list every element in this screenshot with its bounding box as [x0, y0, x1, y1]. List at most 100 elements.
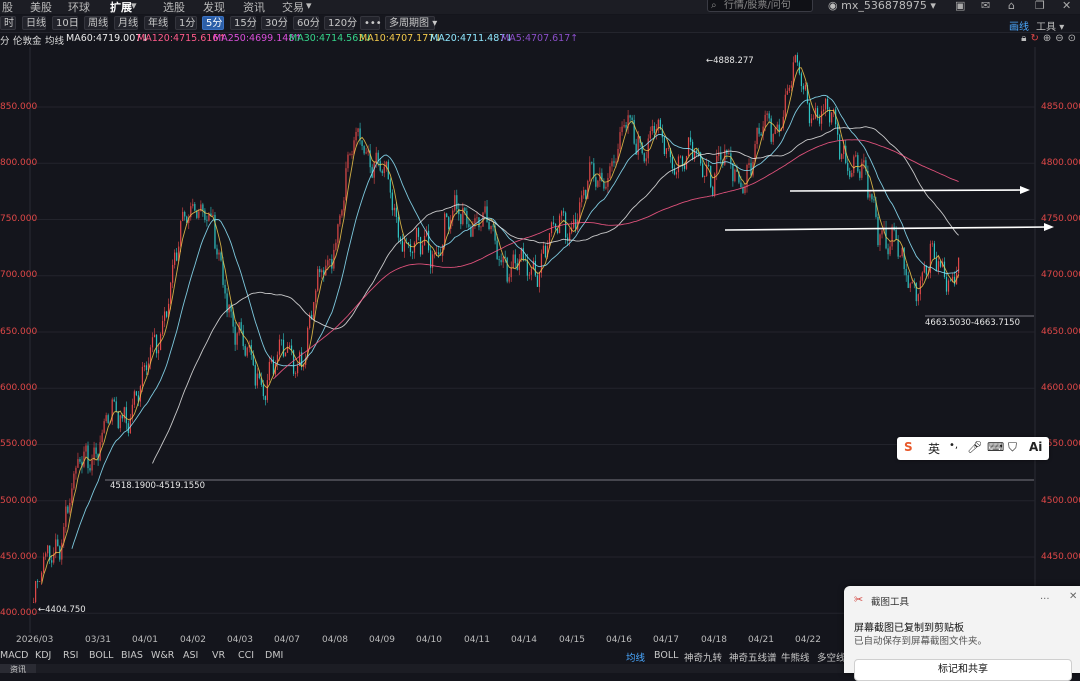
chevron-down-icon: ▾ — [432, 18, 438, 29]
lock-icon[interactable]: 🔒︎ — [1021, 33, 1026, 44]
refresh-icon[interactable]: ↻ — [1030, 33, 1038, 44]
skin-icon[interactable]: ⛉ — [1008, 440, 1017, 455]
nav-stock[interactable]: 股 — [2, 0, 13, 15]
ai-icon[interactable]: Ai — [1029, 440, 1042, 454]
chevron-down-icon: ▾ — [1059, 22, 1065, 33]
close-icon[interactable]: ✕ — [1069, 591, 1077, 602]
more-options-button[interactable]: ... — [1040, 591, 1050, 602]
settings-icon[interactable]: ⊙ — [1068, 33, 1076, 44]
keyboard-icon[interactable]: ⌨ — [987, 440, 1004, 454]
overlay-bull-bear[interactable]: 牛熊线 — [781, 650, 810, 664]
overlay-nine-turn[interactable]: 神奇九转 — [684, 650, 722, 664]
candle-body — [869, 194, 871, 198]
candle-body — [847, 162, 849, 171]
indicator-kdj[interactable]: KDJ — [35, 650, 51, 661]
period-month[interactable]: 月线 — [114, 16, 138, 30]
x-axis-label: 04/07 — [274, 635, 300, 645]
user-account[interactable]: ◉ mx_536878975 ▾ — [828, 0, 936, 12]
ime-logo[interactable]: S — [904, 440, 913, 454]
indicator-rsi[interactable]: RSI — [63, 650, 78, 661]
overlay-five-lines[interactable]: 神奇五线谱 — [729, 650, 777, 664]
candle-body — [500, 260, 502, 263]
overlay-ma[interactable]: 均线 — [626, 650, 645, 664]
candle-body — [77, 459, 79, 468]
zoom-out-icon[interactable]: ⊖ — [1055, 33, 1063, 44]
tab-news[interactable]: 资讯 — [0, 664, 36, 673]
candle-body — [591, 162, 593, 164]
candle-body — [631, 117, 633, 120]
candle-body — [871, 194, 873, 200]
chevron-down-icon[interactable]: ▾ — [131, 0, 137, 12]
candle-body — [198, 211, 200, 218]
candle-body — [67, 506, 69, 513]
nav-us-stock[interactable]: 美股 — [30, 0, 52, 15]
candle-body — [446, 213, 448, 218]
period-30min[interactable]: 30分 — [261, 16, 288, 30]
toast-app-name: 截图工具 — [871, 597, 910, 608]
mark-and-share-button[interactable]: 标记和共享 — [854, 659, 1072, 681]
draw-line-button[interactable]: 画线 — [1009, 18, 1029, 33]
candle-body — [436, 252, 438, 254]
overlay-boll[interactable]: BOLL — [654, 650, 678, 661]
period-15min[interactable]: 15分 — [230, 16, 257, 30]
x-axis-label: 04/09 — [369, 635, 395, 645]
indicator-wr[interactable]: W&R — [151, 650, 174, 661]
indicator-boll[interactable]: BOLL — [89, 650, 113, 661]
close-icon[interactable]: ✕ — [1062, 0, 1071, 12]
message-icon[interactable]: ▣ — [955, 0, 965, 12]
more-periods-button[interactable]: ••• — [360, 16, 382, 30]
x-axis-label: 04/16 — [606, 635, 632, 645]
punctuation-icon[interactable]: •, — [949, 440, 958, 451]
period-120min[interactable]: 120分 — [324, 16, 357, 30]
period-time[interactable]: 时 — [0, 16, 16, 30]
nav-extension[interactable]: 扩展 — [110, 0, 132, 15]
candle-body — [125, 407, 127, 424]
period-day[interactable]: 日线 — [22, 16, 46, 30]
period-5min[interactable]: 5分 — [202, 16, 224, 30]
nav-trade[interactable]: 交易 — [282, 0, 304, 15]
chevron-down-icon[interactable]: ▾ — [306, 0, 312, 12]
candle-body — [748, 163, 750, 165]
mail-icon[interactable]: ✉ — [981, 0, 990, 12]
candle-body — [877, 216, 879, 246]
indicator-vr[interactable]: VR — [212, 650, 225, 661]
indicator-macd[interactable]: MACD — [0, 650, 28, 661]
ma-label[interactable]: 均线 — [45, 33, 64, 47]
indicator-dmi[interactable]: DMI — [265, 650, 283, 661]
period-10day[interactable]: 10日 — [52, 16, 79, 30]
candle-body — [776, 124, 778, 128]
candle-body — [563, 211, 565, 213]
nav-news[interactable]: 资讯 — [243, 0, 265, 15]
candle-body — [560, 211, 563, 216]
nav-stock-picker[interactable]: 选股 — [163, 0, 185, 15]
ime-lang-toggle[interactable]: 英 — [928, 440, 940, 457]
tools-button[interactable]: 工具 ▾ — [1036, 18, 1064, 33]
search-input[interactable]: ⌕ 行情/股票/问句 — [707, 0, 813, 12]
microphone-icon[interactable]: 🎤︎ — [967, 440, 982, 454]
candle-body — [740, 182, 742, 188]
tools-label: 工具 — [1036, 22, 1056, 33]
nav-discover[interactable]: 发现 — [203, 0, 225, 15]
shirt-icon[interactable]: ⌂ — [1008, 0, 1015, 12]
indicator-asi[interactable]: ASI — [183, 650, 198, 661]
candle-body — [895, 230, 897, 240]
candle-body — [544, 245, 547, 258]
candle-body — [43, 556, 45, 573]
nav-global[interactable]: 环球 — [68, 0, 90, 15]
overlay-long-short[interactable]: 多空线 — [817, 650, 846, 664]
restore-icon[interactable]: ❐ — [1035, 0, 1045, 12]
zoom-in-icon[interactable]: ⊕ — [1043, 33, 1051, 44]
indicator-bias[interactable]: BIAS — [121, 650, 143, 661]
period-1min[interactable]: 1分 — [175, 16, 197, 30]
candle-body — [849, 170, 851, 177]
candle-body — [240, 322, 242, 331]
period-year[interactable]: 年线 — [144, 16, 168, 30]
candle-body — [621, 126, 623, 133]
price-chart[interactable]: ←4888.277 ←4404.750 4518.1900-4519.1550 466… — [0, 47, 1080, 637]
multi-period-button[interactable]: 多周期图 ▾ — [385, 16, 438, 30]
period-week[interactable]: 周线 — [84, 16, 108, 30]
candle-body — [873, 199, 875, 201]
period-60min[interactable]: 60分 — [293, 16, 320, 30]
candle-body — [589, 162, 591, 181]
indicator-cci[interactable]: CCI — [238, 650, 254, 661]
